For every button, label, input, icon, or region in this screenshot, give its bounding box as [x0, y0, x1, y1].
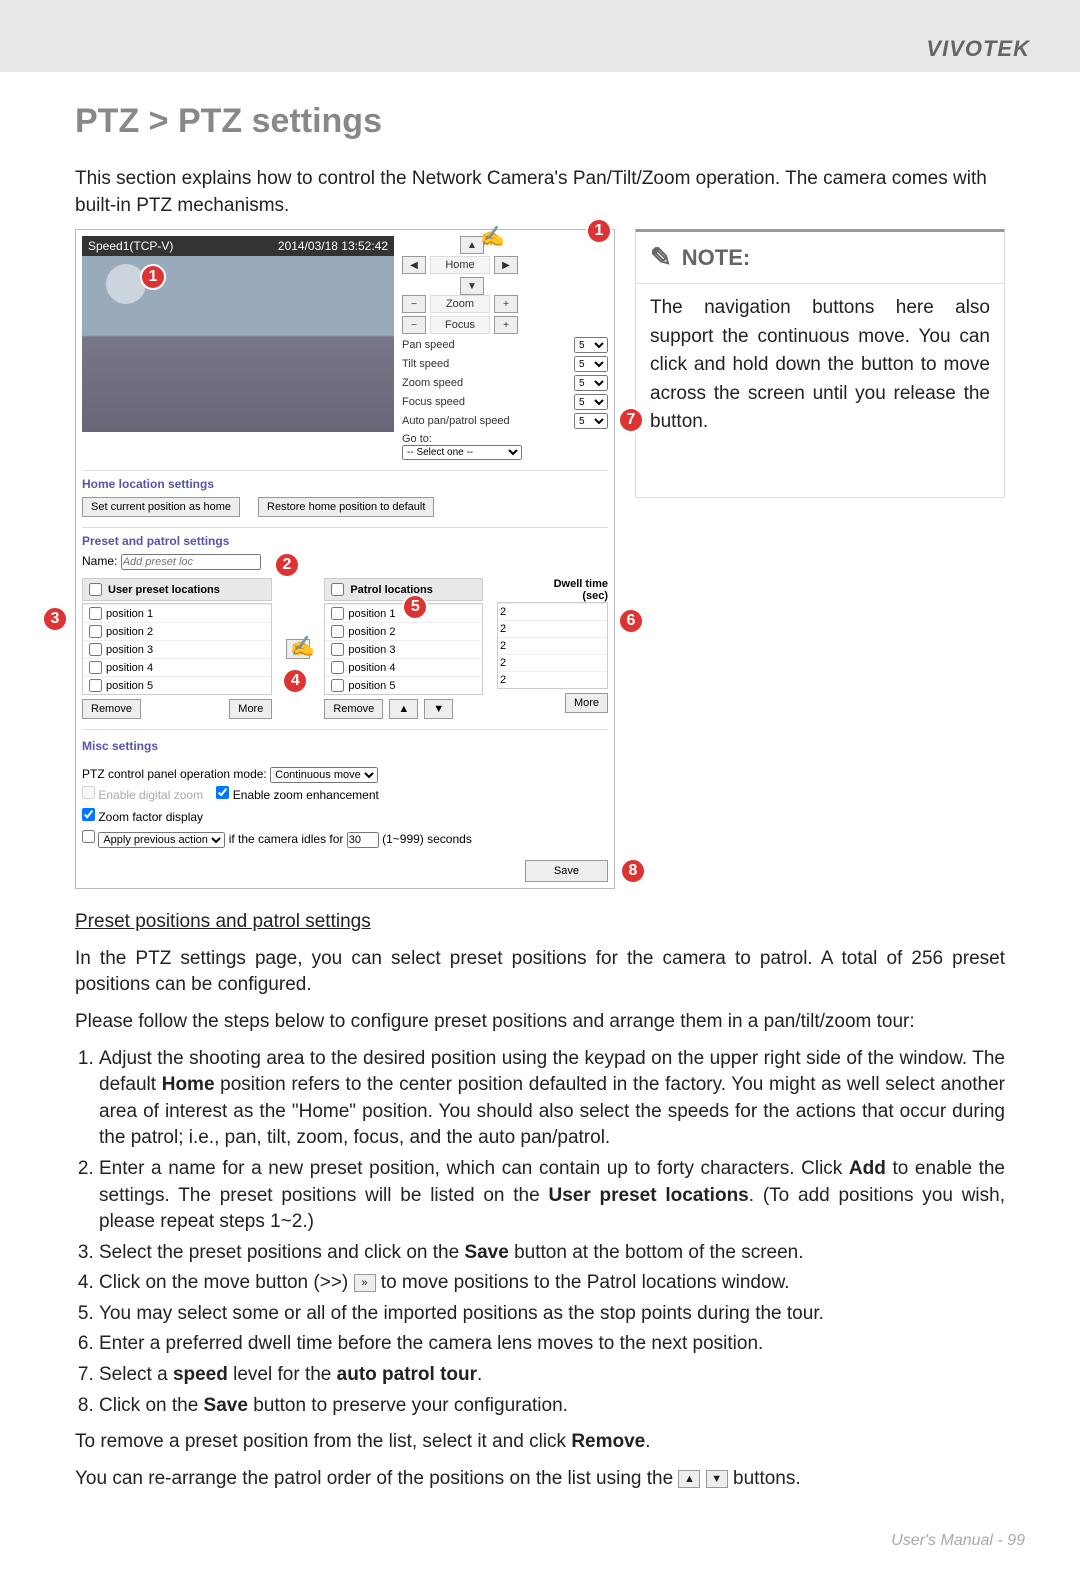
more-user-button[interactable]: More — [229, 699, 272, 719]
goto-select[interactable]: -- Select one -- — [402, 445, 522, 460]
remove-user-button[interactable]: Remove — [82, 699, 141, 719]
preset-section-title: Preset and patrol settings — [82, 534, 608, 548]
apply-prev-select[interactable]: Apply previous action — [98, 832, 225, 848]
callout-3: 3 — [42, 606, 68, 632]
zoom-out-button[interactable]: − — [402, 295, 426, 313]
callout-1: 1 — [140, 264, 166, 290]
step-7: Select a speed level for the auto patrol… — [99, 1362, 1005, 1389]
move-icon: » — [354, 1274, 376, 1292]
save-button[interactable]: Save — [525, 860, 608, 882]
patrol-down-button[interactable]: ▼ — [424, 699, 453, 719]
focus-in-button[interactable]: + — [494, 316, 518, 334]
footer-label: User's Manual - — [891, 1532, 1007, 1549]
goto-label: Go to: — [402, 433, 608, 445]
down-icon: ▼ — [706, 1470, 728, 1488]
intro-text: This section explains how to control the… — [75, 166, 1005, 219]
dwell-head1: Dwell time — [497, 578, 608, 590]
up-icon: ▲ — [678, 1470, 700, 1488]
patrol-up-button[interactable]: ▲ — [389, 699, 418, 719]
step-1: Adjust the shooting area to the desired … — [99, 1046, 1005, 1152]
step-2: Enter a name for a new preset position, … — [99, 1156, 1005, 1236]
note-icon: ✎ — [650, 242, 672, 273]
mode-select[interactable]: Continuous move — [270, 767, 378, 783]
step-8: Click on the Save button to preserve you… — [99, 1393, 1005, 1420]
pan-speed-label: Pan speed — [402, 339, 455, 351]
paragraph: To remove a preset position from the lis… — [75, 1429, 1005, 1456]
patrol-list[interactable]: position 1 position 2 position 3 positio… — [324, 603, 483, 695]
right-button[interactable]: ▶ — [494, 256, 518, 274]
more-dwell-button[interactable]: More — [565, 693, 608, 713]
paragraph: In the PTZ settings page, you can select… — [75, 946, 1005, 999]
preset-name-input[interactable] — [121, 554, 261, 570]
dwell-head2: (sec) — [497, 590, 608, 602]
zoom-label: Zoom — [430, 295, 490, 313]
note-body: The navigation buttons here also support… — [636, 284, 1004, 497]
apply-prev-check[interactable] — [82, 830, 95, 843]
page-title: PTZ > PTZ settings — [75, 102, 1005, 141]
hand-cursor-icon — [106, 264, 146, 304]
zoom-factor-check[interactable] — [82, 808, 95, 821]
callout-2: 2 — [274, 552, 300, 578]
set-home-button[interactable]: Set current position as home — [82, 497, 240, 517]
stream-label: Speed1(TCP-V) — [88, 239, 173, 253]
home-section-title: Home location settings — [82, 477, 608, 491]
timestamp: 2014/03/18 13:52:42 — [278, 239, 388, 253]
focus-speed-label: Focus speed — [402, 396, 465, 408]
focus-out-button[interactable]: − — [402, 316, 426, 334]
zoom-speed-select[interactable]: 5 — [574, 375, 608, 391]
step-5: You may select some or all of the import… — [99, 1301, 1005, 1328]
paragraph: You can re-arrange the patrol order of t… — [75, 1466, 1005, 1493]
enable-digital-check — [82, 786, 95, 799]
note-title: NOTE: — [682, 245, 750, 271]
patrol-col-check[interactable] — [331, 583, 344, 596]
video-preview[interactable]: 1 — [82, 256, 394, 432]
user-col-check[interactable] — [89, 583, 102, 596]
callout-8: 8 — [620, 858, 646, 884]
callout-7: 7 — [618, 407, 644, 433]
step-6: Enter a preferred dwell time before the … — [99, 1331, 1005, 1358]
pan-speed-select[interactable]: 5 — [574, 337, 608, 353]
tilt-speed-label: Tilt speed — [402, 358, 449, 370]
name-label: Name: — [82, 554, 117, 568]
mode-label: PTZ control panel operation mode: — [82, 767, 267, 781]
brand: VIVOTEK — [926, 36, 1030, 62]
paragraph: Please follow the steps below to configu… — [75, 1009, 1005, 1036]
tilt-speed-select[interactable]: 5 — [574, 356, 608, 372]
callout-1b: 1 — [586, 218, 612, 244]
step-3: Select the preset positions and click on… — [99, 1240, 1005, 1267]
page-number: 99 — [1007, 1532, 1025, 1549]
home-button[interactable]: Home — [430, 256, 490, 274]
restore-home-button[interactable]: Restore home position to default — [258, 497, 434, 517]
user-preset-list[interactable]: position 1 position 2 position 3 positio… — [82, 603, 272, 695]
focus-label: Focus — [430, 316, 490, 334]
cursor-icon: ✍ — [480, 224, 505, 249]
cursor-icon-2: ✍ — [290, 634, 315, 659]
callout-6: 6 — [618, 608, 644, 634]
misc-section-title: Misc settings — [82, 736, 608, 758]
left-button[interactable]: ◀ — [402, 256, 426, 274]
zoom-in-button[interactable]: + — [494, 295, 518, 313]
idle-seconds-input[interactable] — [347, 832, 379, 848]
subheading: Preset positions and patrol settings — [75, 911, 371, 932]
remove-patrol-button[interactable]: Remove — [324, 699, 383, 719]
patrol-col-head: Patrol locations — [350, 584, 433, 596]
enable-enhance-check[interactable] — [216, 786, 229, 799]
auto-speed-select[interactable]: 5 — [574, 413, 608, 429]
callout-4: 4 — [282, 668, 308, 694]
focus-speed-select[interactable]: 5 — [574, 394, 608, 410]
auto-speed-label: Auto pan/patrol speed — [402, 415, 510, 427]
user-col-head: User preset locations — [108, 584, 220, 596]
down-button[interactable]: ▼ — [460, 277, 484, 295]
step-4: Click on the move button (>>) » to move … — [99, 1270, 1005, 1297]
zoom-speed-label: Zoom speed — [402, 377, 463, 389]
